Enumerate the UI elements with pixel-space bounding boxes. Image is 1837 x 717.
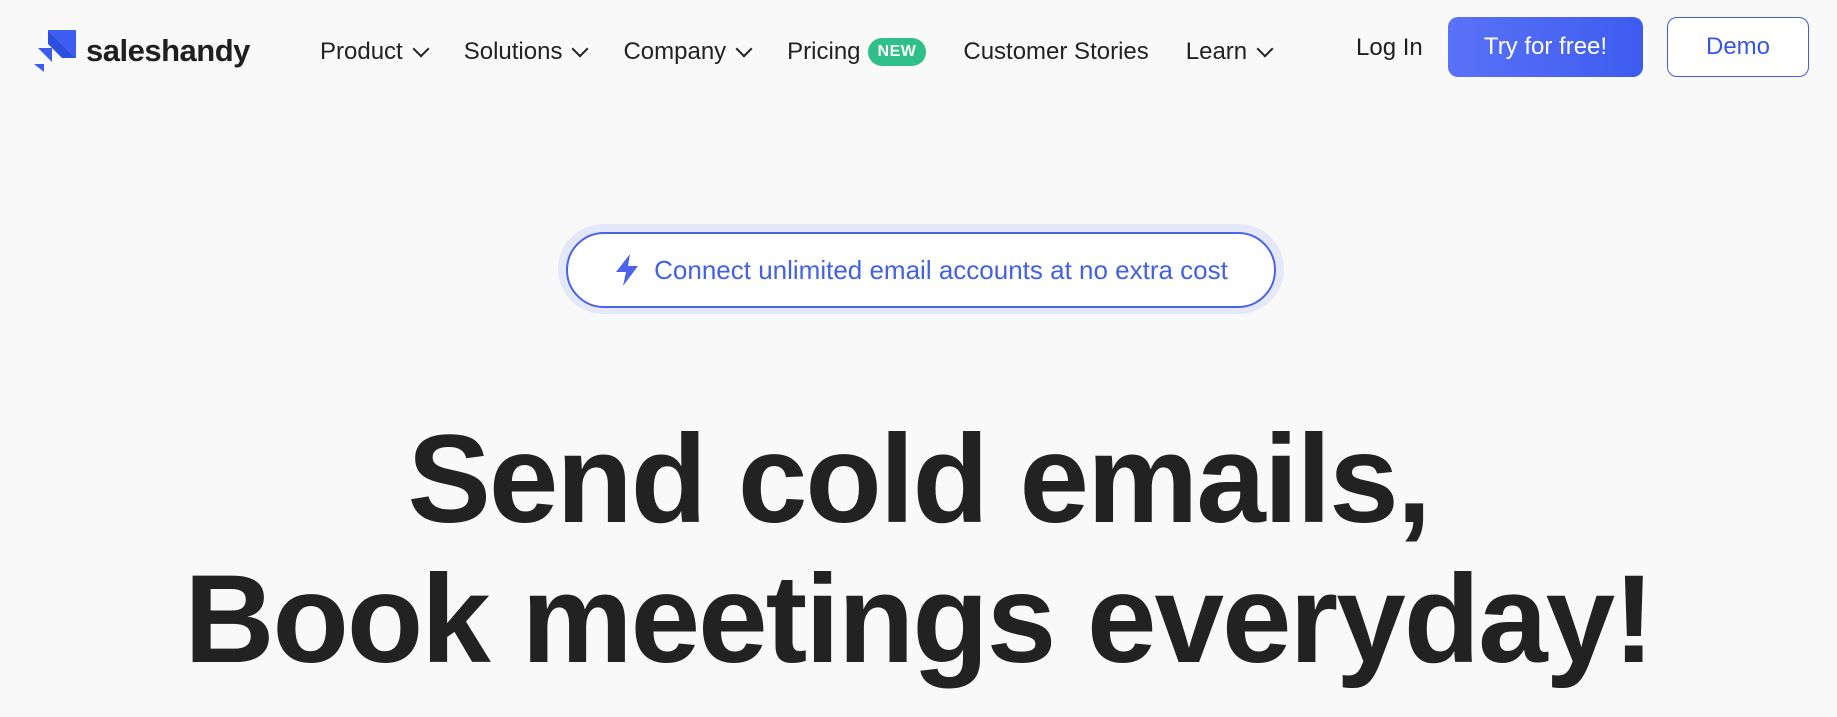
nav-item-pricing[interactable]: Pricing NEW: [787, 38, 927, 66]
nav-item-customer-stories[interactable]: Customer Stories: [963, 38, 1148, 66]
try-for-free-button[interactable]: Try for free!: [1448, 17, 1643, 77]
chevron-down-icon: [571, 40, 589, 58]
chevron-down-icon: [412, 40, 430, 58]
top-navbar: saleshandy Product Solutions Company Pri…: [0, 0, 1837, 100]
announcement-pill[interactable]: Connect unlimited email accounts at no e…: [566, 232, 1276, 308]
brand-logo[interactable]: saleshandy: [34, 29, 250, 73]
nav-item-product[interactable]: Product: [320, 38, 430, 66]
headline-line-2: Book meetings everyday!: [184, 550, 1654, 689]
saleshandy-logo-icon: [34, 30, 76, 72]
nav-item-label: Solutions: [463, 38, 563, 65]
nav-item-company[interactable]: Company: [623, 38, 753, 66]
hero-headline: Send cold emails, Book meetings everyday…: [0, 410, 1837, 690]
nav-item-solutions[interactable]: Solutions: [463, 38, 589, 66]
brand-name: saleshandy: [86, 33, 250, 68]
nav-item-label: Company: [623, 38, 727, 65]
headline-line-1: Send cold emails,: [407, 410, 1432, 549]
chevron-down-icon: [1256, 40, 1274, 58]
demo-button[interactable]: Demo: [1667, 17, 1809, 77]
nav-item-label: Customer Stories: [963, 38, 1149, 65]
main-nav: Product Solutions Company Pricing NEW Cu…: [320, 32, 1274, 72]
announcement-text: Connect unlimited email accounts at no e…: [654, 254, 1228, 285]
login-link[interactable]: Log In: [1356, 34, 1423, 62]
new-badge: NEW: [867, 38, 927, 66]
nav-item-label: Learn: [1185, 38, 1248, 65]
nav-item-label: Pricing: [787, 38, 861, 65]
nav-item-learn[interactable]: Learn: [1185, 38, 1274, 66]
nav-item-label: Product: [320, 38, 403, 65]
chevron-down-icon: [735, 40, 753, 58]
lightning-bolt-icon: [616, 254, 639, 286]
